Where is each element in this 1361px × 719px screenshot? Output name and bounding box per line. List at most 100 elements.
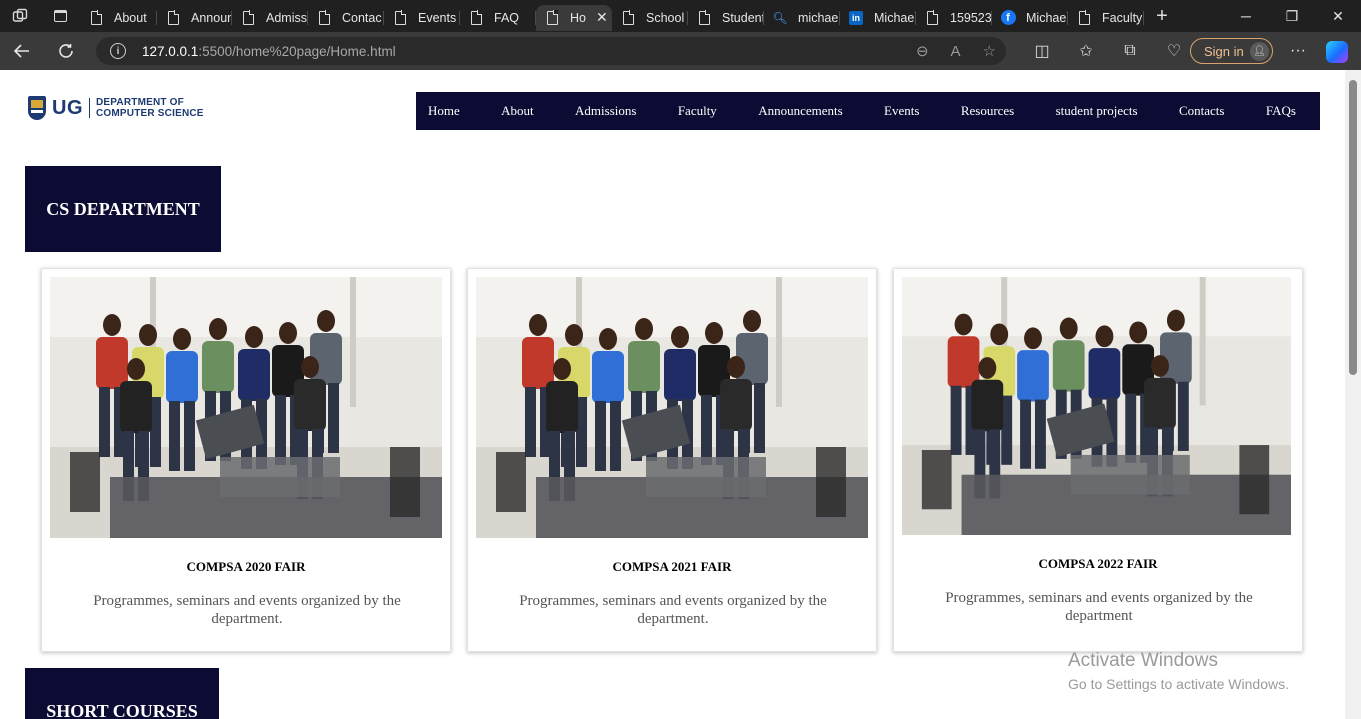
card-title: COMPSA 2022 FAIR [1038,556,1158,571]
minimize-icon[interactable]: ─ [1223,0,1269,32]
card-title: COMPSA 2021 FAIR [612,559,732,574]
close-window-icon[interactable]: ✕ [1315,0,1361,32]
browser-tab[interactable]: 🔍︎ michae [764,5,840,31]
browser-tab[interactable]: About [80,5,157,31]
event-card[interactable]: COMPSA 2021 FAIR Programmes, seminars an… [467,268,877,652]
nav-home[interactable]: Home [428,103,460,119]
tab-label: Student [722,10,764,25]
tab-label: Admiss [266,10,307,25]
nav-resources[interactable]: Resources [961,103,1014,119]
nav-admissions[interactable]: Admissions [575,103,636,119]
browser-tab[interactable]: FAQ [460,5,536,31]
browser-toolbar: i 127.0.0.1:5500/home%20page/Home.html ⊖… [0,32,1361,70]
scrollbar-thumb[interactable] [1349,80,1357,375]
tab-label: School [646,10,685,25]
card-description: Programmes, seminars and events organize… [93,593,401,627]
nav-events[interactable]: Events [884,103,919,119]
close-tab-icon[interactable]: ✕ [596,9,608,26]
page-viewport: UG DEPARTMENT OF COMPUTER SCIENCE Home A… [0,70,1361,719]
document-icon [88,10,104,26]
event-photo [476,277,868,538]
document-icon [392,10,408,26]
browser-tab[interactable]: Contac [308,5,384,31]
search-icon: 🔍︎ [772,10,788,25]
document-icon [316,10,332,26]
tab-label: Michae [1026,10,1067,25]
browser-tab[interactable]: in Michae [840,5,916,31]
linkedin-icon: in [848,10,864,26]
site-navigation: Home About Admissions Faculty Announceme… [416,92,1320,130]
tab-label: Contac [342,10,382,25]
new-tab-icon[interactable]: + [1144,5,1180,28]
nav-faculty[interactable]: Faculty [678,103,717,119]
tab-label: Announ [191,10,232,25]
favorites-icon[interactable]: ✩ [1064,32,1108,70]
more-options-icon[interactable]: ··· [1284,32,1312,70]
zoom-out-icon[interactable]: ⊖ [916,42,929,60]
back-icon[interactable] [0,32,44,70]
site-logo[interactable]: UG DEPARTMENT OF COMPUTER SCIENCE [28,96,204,120]
section-title-cs-department: CS DEPARTMENT [25,166,221,252]
nav-announcements[interactable]: Announcements [758,103,842,119]
document-icon [696,10,712,26]
event-card[interactable]: COMPSA 2022 FAIR Programmes, seminars an… [893,268,1303,652]
windows-activation-watermark: Activate Windows Go to Settings to activ… [1068,650,1289,692]
nav-about[interactable]: About [501,103,534,119]
sign-in-button[interactable]: Sign in 👤︎ [1190,38,1273,64]
card-description: Programmes, seminars and events organize… [519,593,827,627]
browser-tab[interactable]: Faculty [1068,5,1144,31]
workspaces-icon[interactable] [0,0,40,32]
document-icon [240,10,256,26]
tab-label: About [114,10,147,25]
window-controls: ─ ❐ ✕ [1223,0,1361,32]
document-icon [165,10,181,26]
copilot-icon[interactable] [1326,41,1348,63]
document-icon [1076,10,1092,26]
browser-tab[interactable]: Announ [157,5,232,31]
tab-label: Ho [570,10,586,25]
browser-tab-strip: About Announ Admiss Contac Events FAQ Ho… [0,0,1361,32]
nav-student-projects[interactable]: student projects [1056,103,1138,119]
restore-icon[interactable]: ❐ [1269,0,1315,32]
document-icon [468,10,484,26]
browser-tab[interactable]: School [612,5,688,31]
card-description: Programmes, seminars and events organize… [945,590,1253,624]
profile-avatar-icon: 👤︎ [1250,42,1269,61]
logo-department-text: DEPARTMENT OF COMPUTER SCIENCE [96,97,204,119]
tab-label: FAQ [494,10,520,25]
nav-contacts[interactable]: Contacts [1179,103,1225,119]
event-card[interactable]: COMPSA 2020 FAIR Programmes, seminars an… [41,268,451,652]
tab-label: Events [418,10,457,25]
page-scrollbar[interactable] [1345,70,1361,719]
logo-ug-text: UG [52,96,83,119]
favorite-star-icon[interactable]: ☆ [983,42,996,60]
browser-tab-active[interactable]: Ho ✕ [536,4,612,31]
document-icon [620,10,636,26]
browser-tab[interactable]: Admiss [232,5,308,31]
card-title: COMPSA 2020 FAIR [186,559,306,574]
browser-tab[interactable]: 159523 [916,5,992,31]
document-icon [544,10,560,26]
event-photo [50,277,442,538]
section-title-short-courses: SHORT COURSES [25,668,219,719]
document-icon [924,10,940,26]
read-aloud-icon[interactable]: A [951,43,961,60]
browser-tab[interactable]: Events [384,5,460,31]
tab-actions-icon[interactable] [40,0,80,32]
url-text[interactable]: 127.0.0.1:5500/home%20page/Home.html [142,44,396,59]
event-photo [902,277,1291,535]
site-info-icon[interactable]: i [110,43,126,59]
sign-in-label: Sign in [1204,43,1244,59]
tab-label: Faculty [1102,10,1143,25]
browser-tab[interactable]: Student [688,5,764,31]
address-bar[interactable]: i 127.0.0.1:5500/home%20page/Home.html ⊖… [96,37,1006,65]
ug-crest-icon [28,96,46,120]
nav-faqs[interactable]: FAQs [1266,103,1296,119]
split-screen-icon[interactable]: ◫ [1020,32,1064,70]
tab-label: Michae [874,10,915,25]
refresh-icon[interactable] [44,32,88,70]
browser-tab[interactable]: f Michae [992,5,1068,31]
tab-label: 159523 [950,10,992,25]
collections-icon[interactable]: ⧉ [1108,32,1152,70]
tab-label: michae [798,10,839,25]
